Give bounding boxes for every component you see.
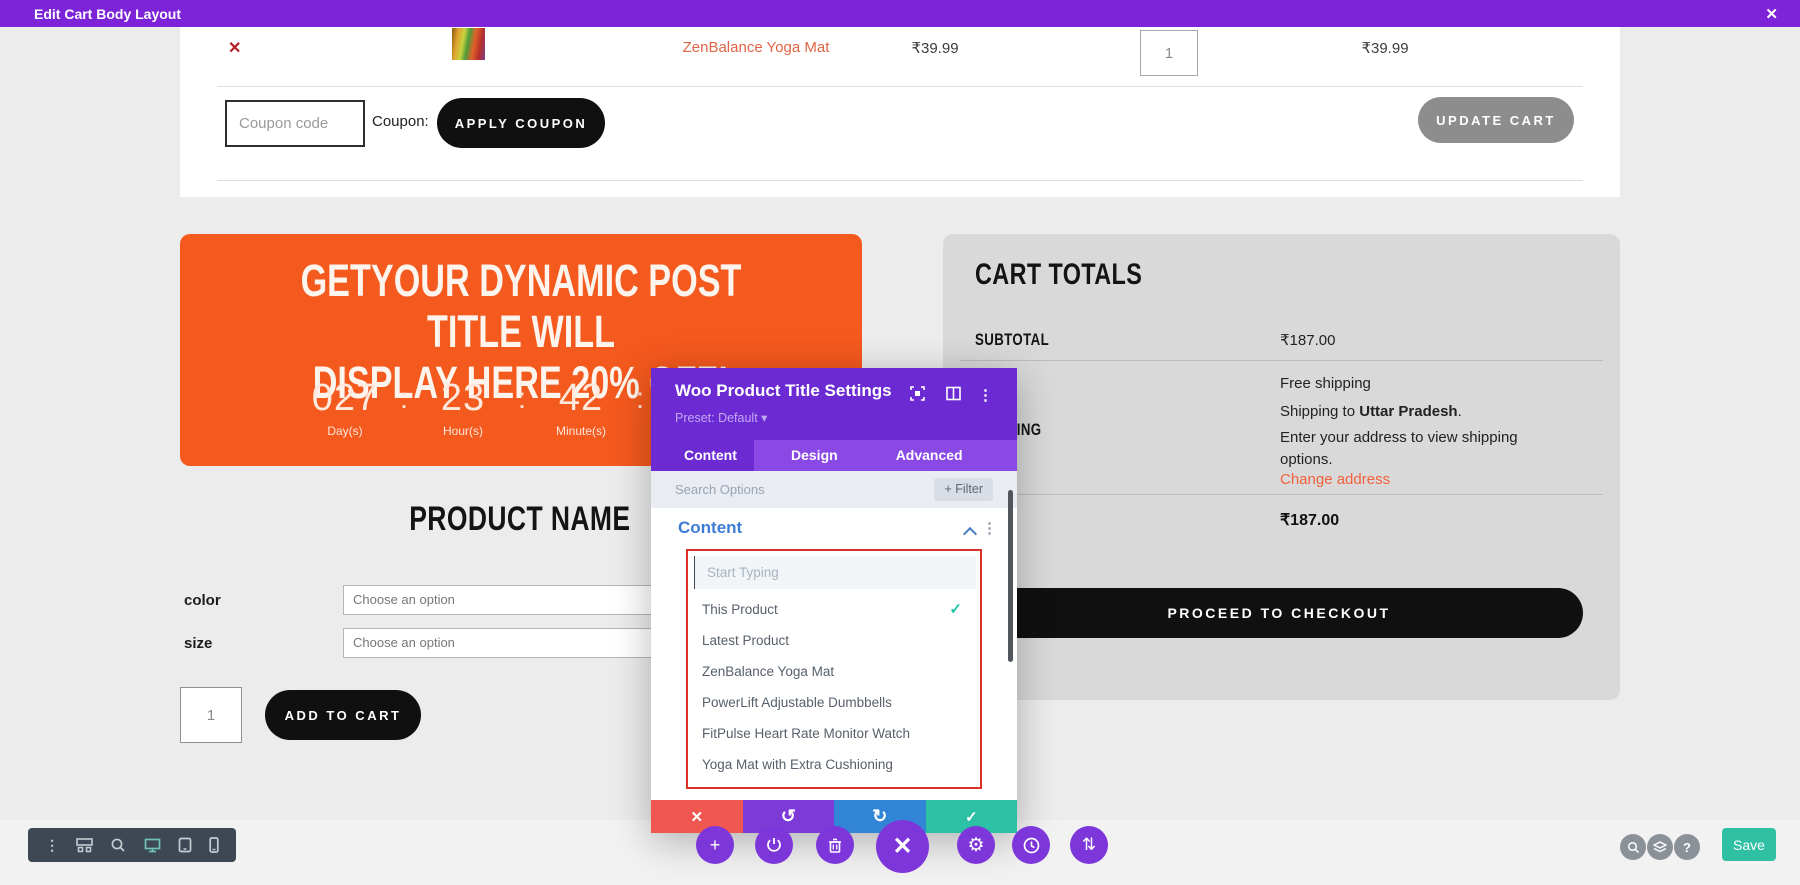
search-options-row: + Filter bbox=[651, 471, 1017, 508]
proceed-to-checkout-button[interactable]: PROCEED TO CHECKOUT bbox=[975, 588, 1583, 638]
close-actions-button[interactable]: ✕ bbox=[876, 820, 929, 873]
subtotal-value: ₹187.00 bbox=[1280, 331, 1335, 349]
form-quantity-input[interactable] bbox=[181, 688, 241, 742]
product-name-link[interactable]: ZenBalance Yoga Mat bbox=[650, 39, 862, 56]
add-to-cart-button[interactable]: ADD TO CART bbox=[265, 690, 421, 740]
dropdown-option[interactable]: This Product bbox=[702, 602, 778, 617]
countdown-separator: : bbox=[626, 382, 654, 416]
page-settings-gear-icon[interactable]: ⚙ bbox=[957, 826, 995, 864]
product-price: ₹39.99 bbox=[880, 39, 990, 57]
countdown-separator: : bbox=[508, 382, 536, 416]
table-divider-bottom bbox=[217, 180, 1583, 181]
countdown-hours-label: Hour(s) bbox=[418, 424, 508, 438]
view-mode-toolbar: ⋮ bbox=[28, 828, 236, 862]
subtotal-label: SUBTOTAL bbox=[975, 330, 1070, 350]
line-subtotal: ₹39.99 bbox=[1330, 39, 1440, 57]
section-menu-dots-icon[interactable]: ⋮ bbox=[982, 519, 997, 537]
dropdown-option[interactable]: Latest Product bbox=[702, 633, 789, 648]
page-title: Edit Cart Body Layout bbox=[34, 6, 181, 22]
countdown-hours: 23 bbox=[418, 377, 508, 420]
dropdown-option[interactable]: PowerLift Adjustable Dumbbells bbox=[702, 695, 892, 710]
tab-design[interactable]: Design bbox=[754, 440, 838, 471]
toolbar-menu-dots-icon[interactable]: ⋮ bbox=[45, 837, 59, 854]
attribute-label-color: color bbox=[184, 592, 221, 609]
countdown-separator: : bbox=[390, 382, 418, 416]
totals-divider bbox=[960, 360, 1603, 361]
quantity-field-wrap bbox=[1140, 30, 1198, 76]
swap-view-icon[interactable]: ⇅ bbox=[1070, 826, 1108, 864]
filter-button[interactable]: + Filter bbox=[934, 478, 993, 501]
dropdown-search-input[interactable] bbox=[694, 556, 976, 589]
save-button[interactable]: Save bbox=[1722, 828, 1776, 861]
dropdown-option[interactable]: ZenBalance Yoga Mat bbox=[702, 664, 834, 679]
table-divider bbox=[217, 86, 1583, 87]
update-cart-button[interactable]: UPDATE CART bbox=[1418, 97, 1574, 143]
undo-icon[interactable]: ↺ bbox=[743, 800, 835, 833]
modal-menu-dots-icon[interactable]: ⋮ bbox=[978, 386, 993, 404]
help-icon[interactable]: ? bbox=[1674, 834, 1700, 860]
coupon-code-input[interactable] bbox=[225, 100, 365, 147]
desktop-view-icon[interactable] bbox=[144, 838, 161, 853]
tab-content[interactable]: Content bbox=[651, 440, 754, 471]
selected-check-icon: ✓ bbox=[949, 600, 962, 618]
collapse-section-chevron-icon[interactable] bbox=[965, 526, 975, 536]
product-thumbnail[interactable] bbox=[452, 28, 485, 60]
dropdown-option[interactable]: Yoga Mat with Extra Cushioning bbox=[702, 757, 893, 772]
form-quantity-wrap bbox=[180, 687, 242, 743]
tab-advanced[interactable]: Advanced bbox=[838, 440, 963, 471]
portability-icon[interactable] bbox=[755, 826, 793, 864]
trash-icon[interactable] bbox=[816, 826, 854, 864]
modal-scrollbar[interactable] bbox=[1008, 490, 1013, 662]
modal-title: Woo Product Title Settings bbox=[675, 381, 892, 401]
quantity-input[interactable] bbox=[1141, 31, 1197, 75]
attribute-label-size: size bbox=[184, 635, 212, 652]
shipping-destination: Shipping to Uttar Pradesh. bbox=[1280, 403, 1462, 420]
product-dropdown-highlight: This Product ✓ Latest Product ZenBalance… bbox=[686, 549, 982, 789]
responsive-zoom-icon[interactable] bbox=[1620, 834, 1646, 860]
totals-divider bbox=[960, 494, 1603, 495]
cart-totals-title: CART TOTALS bbox=[975, 258, 1189, 292]
history-clock-icon[interactable] bbox=[1012, 826, 1050, 864]
apply-coupon-button[interactable]: APPLY COUPON bbox=[437, 98, 605, 148]
countdown-minutes-label: Minute(s) bbox=[536, 424, 626, 438]
dropdown-option[interactable]: FitPulse Heart Rate Monitor Watch bbox=[702, 726, 910, 741]
content-section-title[interactable]: Content bbox=[678, 518, 742, 538]
order-total-value: ₹187.00 bbox=[1280, 510, 1339, 530]
shipping-method: Free shipping bbox=[1280, 375, 1371, 392]
add-module-button[interactable]: + bbox=[696, 826, 734, 864]
phone-view-icon[interactable] bbox=[209, 837, 219, 853]
layers-icon[interactable] bbox=[1647, 834, 1673, 860]
split-view-icon[interactable] bbox=[946, 386, 961, 401]
remove-item-icon[interactable]: ✕ bbox=[228, 38, 241, 58]
countdown-minutes: 42 bbox=[536, 377, 626, 420]
woo-product-title-settings-modal: Woo Product Title Settings Preset: Defau… bbox=[651, 368, 1017, 833]
search-options-input[interactable] bbox=[675, 471, 885, 508]
wireframe-view-icon[interactable] bbox=[76, 838, 93, 853]
shipping-note: Enter your address to view shipping opti… bbox=[1280, 427, 1542, 471]
countdown-days: 027 bbox=[300, 377, 390, 420]
change-address-link[interactable]: Change address bbox=[1280, 471, 1390, 488]
countdown-days-label: Day(s) bbox=[300, 424, 390, 438]
zoom-view-icon[interactable] bbox=[110, 837, 126, 853]
coupon-label: Coupon: bbox=[372, 113, 429, 130]
builder-top-bar: Edit Cart Body Layout ✕ bbox=[0, 0, 1800, 27]
modal-header[interactable]: Woo Product Title Settings Preset: Defau… bbox=[651, 368, 1017, 440]
close-builder-icon[interactable]: ✕ bbox=[1765, 0, 1778, 27]
modal-tabs: Content Design Advanced bbox=[651, 440, 1017, 471]
preset-selector[interactable]: Preset: Default ▾ bbox=[675, 410, 767, 425]
tablet-view-icon[interactable] bbox=[178, 837, 192, 853]
discard-button[interactable]: ✕ bbox=[651, 800, 743, 833]
expand-modal-icon[interactable] bbox=[910, 386, 925, 401]
